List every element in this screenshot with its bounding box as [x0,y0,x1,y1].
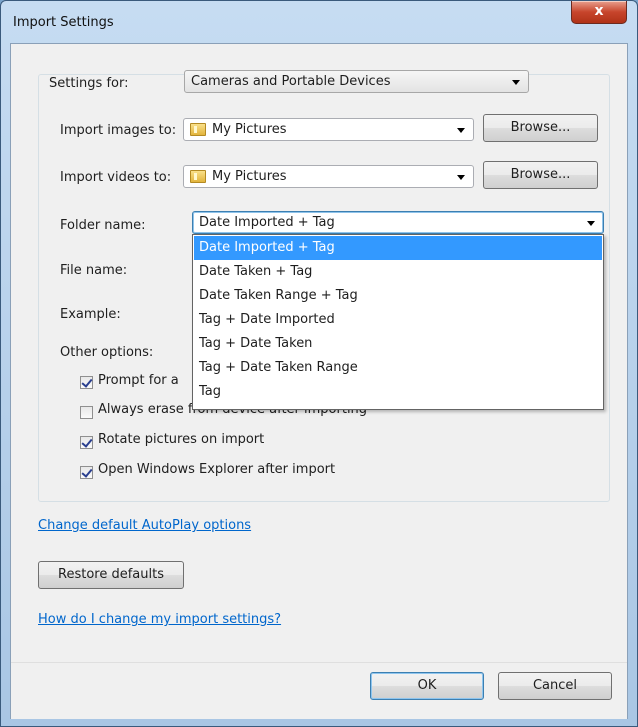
chevron-down-icon [457,175,465,180]
change-autoplay-link[interactable]: Change default AutoPlay options [38,518,251,533]
ok-button[interactable]: OK [370,672,484,700]
prompt-checkbox[interactable] [80,376,93,389]
prompt-label[interactable]: Prompt for a [98,373,179,388]
import-images-value: My Pictures [212,122,287,137]
chevron-down-icon [587,221,595,226]
help-link[interactable]: How do I change my import settings? [38,612,281,627]
chevron-down-icon [512,80,520,85]
import-videos-dropdown[interactable]: My Pictures [183,165,474,188]
dialog-body: Settings for: Cameras and Portable Devic… [10,43,628,719]
browse-videos-button[interactable]: Browse... [483,161,598,189]
browse-images-button[interactable]: Browse... [483,114,598,142]
close-icon: x [594,3,604,19]
rotate-checkbox[interactable] [80,436,93,449]
dropdown-option[interactable]: Tag + Date Taken [194,332,602,356]
folder-icon [190,170,206,183]
settings-for-value: Cameras and Portable Devices [191,74,391,89]
close-button[interactable]: x [571,1,627,24]
dropdown-option[interactable]: Date Taken + Tag [194,260,602,284]
dropdown-option[interactable]: Date Imported + Tag [194,236,602,260]
dropdown-option[interactable]: Tag + Date Imported [194,308,602,332]
file-name-label: File name: [60,263,128,278]
restore-defaults-button[interactable]: Restore defaults [38,561,184,589]
erase-checkbox[interactable] [80,406,93,419]
dropdown-option[interactable]: Tag [194,380,602,404]
folder-icon [190,123,206,136]
window-title: Import Settings [13,15,114,30]
explorer-checkbox[interactable] [80,466,93,479]
import-images-dropdown[interactable]: My Pictures [183,118,474,141]
dropdown-option[interactable]: Date Taken Range + Tag [194,284,602,308]
chevron-down-icon [457,128,465,133]
cancel-button[interactable]: Cancel [498,672,612,700]
button-footer: OK Cancel [11,662,627,719]
import-images-label: Import images to: [60,123,177,138]
import-videos-label: Import videos to: [60,170,172,185]
folder-name-dropdown[interactable]: Date Imported + Tag [192,211,604,234]
settings-for-dropdown[interactable]: Cameras and Portable Devices [184,70,529,93]
dropdown-option[interactable]: Tag + Date Taken Range [194,356,602,380]
import-videos-value: My Pictures [212,169,287,184]
folder-name-label: Folder name: [60,218,146,233]
rotate-label[interactable]: Rotate pictures on import [98,432,264,447]
settings-for-label: Settings for: [49,76,129,91]
title-bar[interactable]: Import Settings x [1,1,637,43]
explorer-label[interactable]: Open Windows Explorer after import [98,462,335,477]
folder-name-dropdown-list: Date Imported + Tag Date Taken + Tag Dat… [192,234,604,410]
other-options-label: Other options: [60,345,154,360]
folder-name-value: Date Imported + Tag [199,215,335,230]
example-label: Example: [60,307,121,322]
import-settings-window: Import Settings x Settings for: Cameras … [0,0,638,727]
